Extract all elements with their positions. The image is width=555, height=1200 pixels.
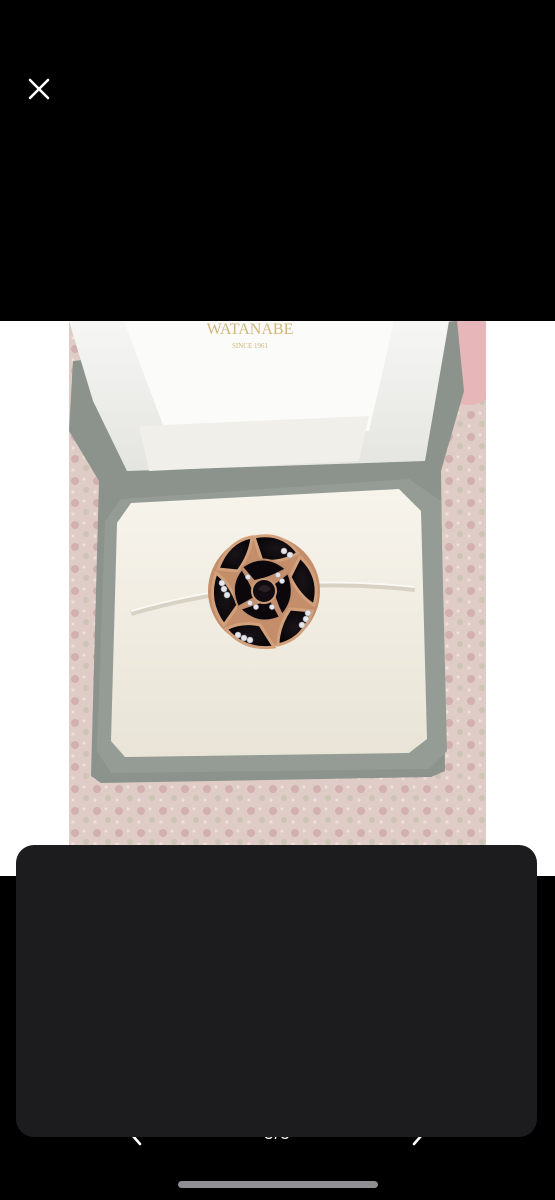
ring-in-box-image: WATANABE SINCE 1961	[69, 321, 486, 876]
bottom-sheet-overlay[interactable]	[16, 845, 537, 1137]
image-viewer-screen: WATANABE SINCE 1961	[0, 0, 555, 1200]
box-brand-text: WATANABE	[207, 321, 294, 338]
close-button[interactable]	[22, 72, 56, 106]
home-indicator	[178, 1181, 378, 1188]
photo-area: WATANABE SINCE 1961	[0, 321, 555, 876]
box-since-text: SINCE 1961	[232, 342, 268, 350]
close-icon	[28, 78, 50, 100]
product-photo[interactable]: WATANABE SINCE 1961	[69, 321, 486, 876]
